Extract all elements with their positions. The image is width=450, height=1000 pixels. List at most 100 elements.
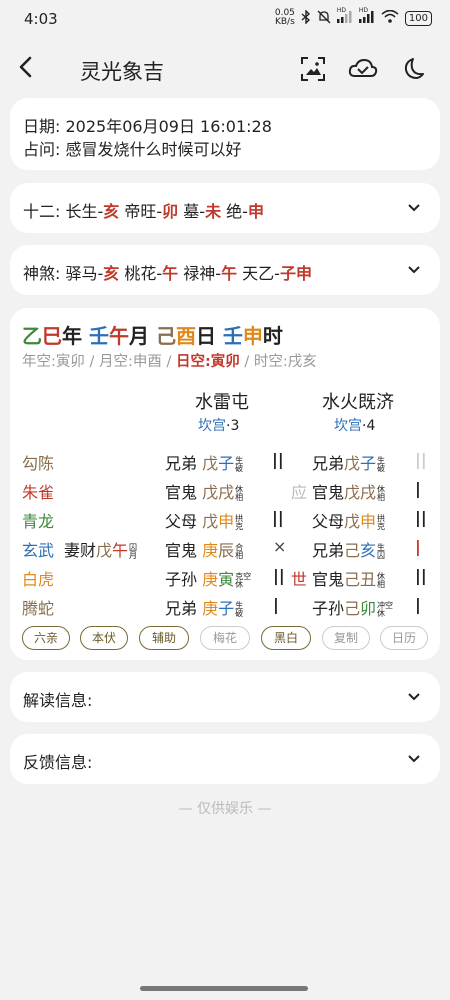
- chip-liuqin[interactable]: 六亲: [22, 626, 70, 650]
- chip-benfu[interactable]: 本伏: [80, 626, 128, 650]
- month-pillar: 壬午月: [88, 324, 149, 348]
- status-bar: 4:03 0.05 KB/s HD HD 100: [0, 0, 450, 38]
- info-card: 日期: 2025年06月09日 16:01:28 占问: 感冒发烧什么时候可以好: [10, 98, 440, 170]
- bluetooth-icon: [301, 8, 311, 27]
- six-god: 玄武: [22, 541, 55, 560]
- shensha-item: 驿马-亥: [65, 264, 120, 283]
- day-pillar: 己酉日: [155, 324, 216, 348]
- six-god: 朱雀: [22, 483, 55, 502]
- shi-ying-mark: 应: [291, 483, 308, 502]
- interpret-card[interactable]: 解读信息:: [10, 672, 440, 722]
- wifi-icon: [381, 9, 399, 26]
- right-line-relation: 官鬼己丑休相: [312, 570, 386, 589]
- four-pillars: 乙巳年 壬午月 己酉日 壬申时: [22, 320, 283, 349]
- net-speed: 0.05 KB/s: [274, 8, 295, 27]
- footer-note: — 仅供娱乐 —: [178, 801, 272, 817]
- hexagram-line-row: 勾陈 兄弟 戊子生破 || 兄弟戊子生破 ||: [10, 448, 440, 474]
- feedback-label: 反馈信息:: [23, 753, 93, 772]
- question-row: 占问: 感冒发烧什么时候可以好: [23, 136, 242, 160]
- left-line-relation: 父母 戊申拱克: [165, 512, 244, 531]
- chevron-down-icon[interactable]: [406, 751, 422, 767]
- feedback-card[interactable]: 反馈信息:: [10, 734, 440, 784]
- left-yao-mark: ||: [272, 450, 284, 469]
- left-line-relation: 兄弟 庚子生破: [165, 599, 244, 618]
- twelve-item: 墓-未: [183, 202, 222, 221]
- battery-indicator: 100: [404, 10, 432, 26]
- signal-icon-2: HD: [358, 7, 375, 26]
- chevron-down-icon[interactable]: [406, 200, 422, 216]
- year-pillar: 乙巳年: [22, 324, 82, 348]
- left-line-relation: 官鬼 庚辰合相: [165, 541, 244, 560]
- shensha-item: 天乙-子申: [242, 264, 312, 283]
- changed-hexagram-name: 水火既济: [322, 392, 394, 413]
- interpret-label: 解读信息:: [23, 691, 93, 710]
- shensha-label: 神煞:: [23, 264, 61, 283]
- page-title: 灵光象吉: [80, 60, 164, 84]
- question-label: 占问:: [23, 140, 61, 159]
- signal-icon-1: HD: [336, 7, 353, 26]
- chip-bar: 六亲 本伏 辅助 梅花 黑白 复制 日历: [22, 626, 438, 650]
- divination-card: 乙巳年 壬午月 己酉日 壬申时 年空:寅卯 / 月空:申酉 / 日空:寅卯 / …: [10, 308, 440, 660]
- day-void: 日空:寅卯: [176, 354, 240, 370]
- shensha-item: 桃花-午: [124, 264, 179, 283]
- shensha-card[interactable]: 神煞: 驿马-亥 桃花-午 禄神-午 天乙-子申: [10, 245, 440, 295]
- shensha-item: 禄神-午: [183, 264, 238, 283]
- right-line-relation: 兄弟己亥生囚: [312, 541, 386, 560]
- right-line-relation: 父母戊申拱克: [312, 512, 386, 531]
- hexagram-line-row: 腾蛇 兄弟 庚子生破 | 子孙己卯冲空休 |: [10, 593, 440, 619]
- six-god: 青龙: [22, 512, 55, 531]
- cloud-sync-icon[interactable]: [348, 56, 378, 82]
- date-label: 日期:: [23, 117, 61, 136]
- left-line-relation: 子孙 庚寅克空休: [165, 570, 252, 589]
- chip-meihua[interactable]: 梅花: [200, 626, 250, 650]
- year-void: 年空:寅卯: [22, 354, 85, 370]
- right-line-relation: 子孙己卯冲空休: [312, 599, 394, 618]
- chip-heibai[interactable]: 黑白: [261, 626, 311, 650]
- void-row: 年空:寅卯 / 月空:申酉 / 日空:寅卯 / 时空:戌亥: [22, 354, 317, 370]
- right-yao-mark: ||: [415, 450, 427, 469]
- question-value: 感冒发烧什么时候可以好: [65, 140, 242, 159]
- chip-copy[interactable]: 复制: [322, 626, 370, 650]
- right-yao-mark: |: [415, 595, 421, 614]
- dark-mode-moon-icon[interactable]: [400, 56, 426, 82]
- left-line-relation: 兄弟 戊子生破: [165, 454, 244, 473]
- hexagram-line-row: 玄武 妻财戊午囚月 官鬼 庚辰合相 × 兄弟己亥生囚 |: [10, 535, 440, 561]
- hexagram-line-row: 朱雀 官鬼 戊戌休相 应官鬼戊戌休相 |: [10, 477, 440, 503]
- hexagram-line-row: 白虎 子孙 庚寅克空休 || 世官鬼己丑休相 ||: [10, 564, 440, 590]
- main-hexagram-name: 水雷屯: [195, 392, 249, 413]
- date-row: 日期: 2025年06月09日 16:01:28: [23, 113, 272, 137]
- shensha-row: 神煞: 驿马-亥 桃花-午 禄神-午 天乙-子申: [23, 260, 312, 284]
- back-arrow-icon[interactable]: [14, 54, 40, 80]
- image-export-icon[interactable]: [300, 56, 326, 82]
- twelve-label: 十二:: [23, 202, 61, 221]
- mute-icon: [317, 10, 331, 27]
- chip-fuzhu[interactable]: 辅助: [139, 626, 189, 650]
- main-hexagram-palace: 坎宫·3: [198, 418, 240, 434]
- changed-hexagram-palace: 坎宫·4: [334, 418, 376, 434]
- twelve-item: 帝旺-卯: [124, 202, 179, 221]
- left-line-relation: 官鬼 戊戌休相: [165, 483, 244, 502]
- chevron-down-icon[interactable]: [406, 262, 422, 278]
- moving-line-mark: |: [273, 595, 279, 614]
- right-yao-mark: |: [415, 537, 421, 556]
- chip-calendar[interactable]: 日历: [380, 626, 428, 650]
- home-indicator[interactable]: [140, 986, 308, 991]
- month-void: 月空:申酉: [99, 354, 162, 370]
- date-value: 2025年06月09日 16:01:28: [65, 117, 272, 136]
- six-god: 勾陈: [22, 454, 55, 473]
- app-bar: 灵光象吉: [0, 44, 450, 92]
- left-yao-mark: ||: [272, 508, 284, 527]
- shi-ying-mark: 世: [291, 570, 308, 589]
- twelve-stages-row: 十二: 长生-亥 帝旺-卯 墓-未 绝-申: [23, 198, 264, 222]
- six-god: 白虎: [22, 570, 55, 589]
- right-yao-mark: |: [415, 479, 421, 498]
- right-yao-mark: ||: [415, 566, 427, 585]
- moving-line-mark: ×: [273, 537, 287, 556]
- status-icons: 0.05 KB/s HD HD 100: [274, 7, 432, 27]
- chevron-down-icon[interactable]: [406, 689, 422, 705]
- right-line-relation: 兄弟戊子生破: [312, 454, 386, 473]
- moving-line-mark: ||: [273, 566, 285, 585]
- twelve-stages-card[interactable]: 十二: 长生-亥 帝旺-卯 墓-未 绝-申: [10, 183, 440, 233]
- hexagram-line-row: 青龙 父母 戊申拱克 || 父母戊申拱克 ||: [10, 506, 440, 532]
- right-yao-mark: ||: [415, 508, 427, 527]
